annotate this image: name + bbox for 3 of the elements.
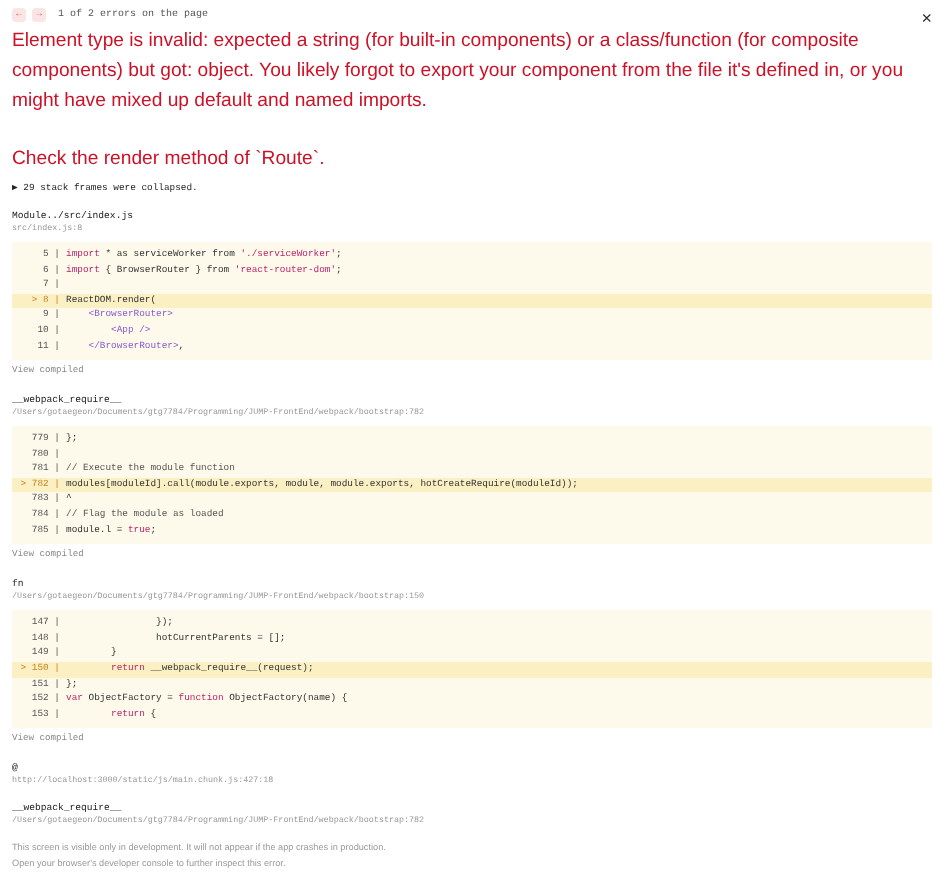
error-hint: Check the render method of `Route`.: [12, 146, 327, 174]
close-button[interactable]: ×: [921, 10, 932, 28]
error-message: Element type is invalid: expected a string (for built-in components) or a class/function (for composite components) but got: object. You likely forgot to export your component from the file it's defined in, or you might have mixed up default and named imports.: [12, 28, 906, 116]
